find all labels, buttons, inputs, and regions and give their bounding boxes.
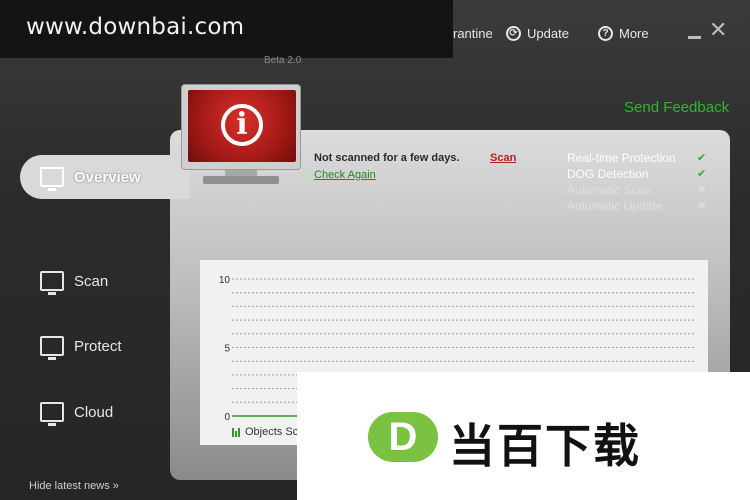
minimize-icon[interactable]: [688, 36, 701, 39]
sidebar-item-label: Overview: [74, 168, 141, 186]
send-feedback-link[interactable]: Send Feedback: [624, 99, 729, 116]
scan-status-message: Not scanned for a few days.: [314, 152, 460, 164]
info-icon: i: [221, 104, 263, 146]
sidebar-item-label: Protect: [74, 337, 122, 355]
sidebar-item-cloud[interactable]: Cloud: [40, 402, 114, 426]
check-icon: ✔: [697, 168, 707, 180]
update-link[interactable]: ⟳ Update: [506, 26, 569, 41]
more-link[interactable]: ? More: [598, 26, 649, 41]
protection-row-realtime: Real-time Protection ✔: [567, 151, 709, 167]
help-icon: ?: [598, 26, 613, 41]
protection-row-dog: DOG Detection ✔: [567, 167, 709, 183]
quarantine-label: rantine: [453, 26, 493, 41]
monitor-base: [203, 176, 279, 184]
status-monitor-graphic: i: [181, 84, 301, 184]
more-label: More: [619, 26, 649, 41]
hide-news-link[interactable]: Hide latest news »: [29, 480, 119, 492]
check-icon: ✔: [697, 152, 707, 164]
sidebar-item-label: Scan: [74, 272, 109, 290]
protection-label: Automatic Scan: [567, 183, 652, 197]
close-icon[interactable]: ✕: [709, 19, 727, 41]
scan-now-link[interactable]: Scan: [490, 152, 516, 164]
monitor-frame: i: [181, 84, 301, 170]
protection-row-autoupdate: Automatic Update ✖: [567, 199, 709, 215]
version-label: Beta 2.0: [264, 55, 302, 66]
y-tick-label: 10: [219, 275, 231, 286]
sidebar-item-overview[interactable]: Overview: [20, 155, 190, 199]
protection-label: Automatic Update: [567, 199, 663, 213]
monitor-screen: i: [188, 90, 296, 162]
app-window: www.downbai.com Beta 2.0 rantine ⟳ Updat…: [0, 0, 750, 500]
check-again-link[interactable]: Check Again: [314, 169, 376, 181]
watermark-logo-overlay: D 当百下载: [297, 372, 750, 500]
monitor-chart-icon: [40, 167, 64, 191]
y-tick-label: 5: [224, 344, 230, 355]
monitor-cloud-icon: [40, 402, 64, 426]
bar-chart-icon: [232, 427, 240, 437]
protection-label: DOG Detection: [567, 167, 649, 181]
sidebar-item-scan[interactable]: Scan: [40, 271, 109, 295]
y-tick-label: 0: [224, 412, 230, 423]
quarantine-link[interactable]: rantine: [453, 26, 493, 41]
cross-icon: ✖: [697, 200, 707, 212]
update-icon: ⟳: [506, 26, 521, 41]
cross-icon: ✖: [697, 184, 707, 196]
protection-label: Real-time Protection: [567, 151, 676, 165]
monitor-search-icon: [40, 271, 64, 295]
sidebar-item-protect[interactable]: Protect: [40, 336, 122, 360]
watermark-banner: www.downbai.com: [0, 0, 453, 58]
chart-legend: Objects Sc: [232, 426, 298, 438]
logo-badge: D: [368, 412, 438, 462]
protection-row-autoscan: Automatic Scan ✖: [567, 183, 709, 199]
legend-label: Objects Sc: [245, 426, 299, 438]
logo-text: 当百下载: [449, 420, 641, 472]
sidebar-item-label: Cloud: [74, 403, 114, 421]
title-bar: www.downbai.com Beta 2.0 rantine ⟳ Updat…: [0, 0, 750, 70]
protection-status-list: Real-time Protection ✔ DOG Detection ✔ A…: [567, 151, 709, 215]
monitor-shield-icon: [40, 336, 64, 360]
update-label: Update: [527, 26, 569, 41]
